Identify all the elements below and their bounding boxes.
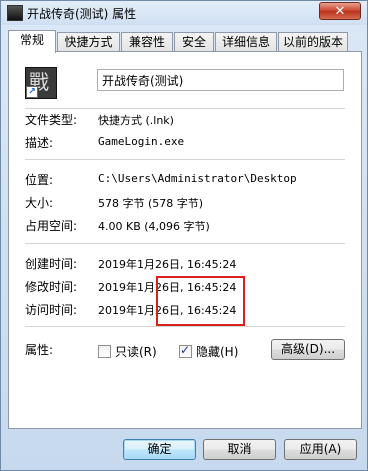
description-label: 描述: <box>25 136 54 150</box>
highlight-annotation <box>156 276 245 326</box>
divider <box>25 243 345 244</box>
size-label: 大小: <box>25 196 54 210</box>
location-label: 位置: <box>25 173 54 187</box>
cancel-button[interactable]: 取消 <box>203 439 276 460</box>
divider <box>25 159 345 160</box>
general-tab-panel: 戰 ↗ 文件类型: 快捷方式 (.lnk) 描述: GameLogin.exe … <box>8 51 362 429</box>
title-bar[interactable]: 开战传奇(测试) 属性 ✕ <box>1 1 367 25</box>
file-type-label: 文件类型: <box>25 113 78 127</box>
tab-compatibility[interactable]: 兼容性 <box>121 32 173 52</box>
size-value: 578 字节 (578 字节) <box>98 197 204 210</box>
tab-general[interactable]: 常规 <box>8 30 56 53</box>
file-name-field[interactable] <box>97 69 344 91</box>
accessed-label: 访问时间: <box>25 303 78 317</box>
readonly-label[interactable]: 只读(R) <box>115 343 157 360</box>
tab-previous-versions[interactable]: 以前的版本 <box>278 32 348 52</box>
hidden-checkbox[interactable] <box>179 343 192 358</box>
hidden-label[interactable]: 隐藏(H) <box>196 343 238 360</box>
attributes-label: 属性: <box>25 343 54 357</box>
advanced-button[interactable]: 高级(D)... <box>271 339 345 360</box>
divider <box>25 326 345 327</box>
shortcut-arrow-icon: ↗ <box>26 86 38 98</box>
properties-dialog: 开战传奇(测试) 属性 ✕ 常规 快捷方式 兼容性 安全 详细信息 以前的版本 … <box>0 0 368 471</box>
tab-details[interactable]: 详细信息 <box>215 32 277 52</box>
window-title: 开战传奇(测试) 属性 <box>27 7 137 21</box>
app-icon <box>7 5 23 21</box>
created-label: 创建时间: <box>25 257 78 271</box>
disk-size-label: 占用空间: <box>25 219 78 233</box>
tab-bar: 常规 快捷方式 兼容性 安全 详细信息 以前的版本 <box>8 30 362 53</box>
readonly-checkbox[interactable] <box>98 345 111 358</box>
disk-size-value: 4.00 KB (4,096 字节) <box>98 220 210 233</box>
apply-button[interactable]: 应用(A) <box>284 439 357 460</box>
file-type-value: 快捷方式 (.lnk) <box>98 114 174 127</box>
created-value: 2019年1月26日, 16:45:24 <box>98 258 237 271</box>
close-button[interactable]: ✕ <box>319 2 361 20</box>
divider <box>25 108 345 109</box>
modified-label: 修改时间: <box>25 280 78 294</box>
description-value: GameLogin.exe <box>98 135 185 148</box>
tab-security[interactable]: 安全 <box>174 32 214 52</box>
shortcut-file-icon: 戰 ↗ <box>25 67 57 99</box>
location-value: C:\Users\Administrator\Desktop <box>98 172 297 185</box>
tab-shortcut[interactable]: 快捷方式 <box>57 32 120 52</box>
ok-button[interactable]: 确定 <box>123 439 196 460</box>
